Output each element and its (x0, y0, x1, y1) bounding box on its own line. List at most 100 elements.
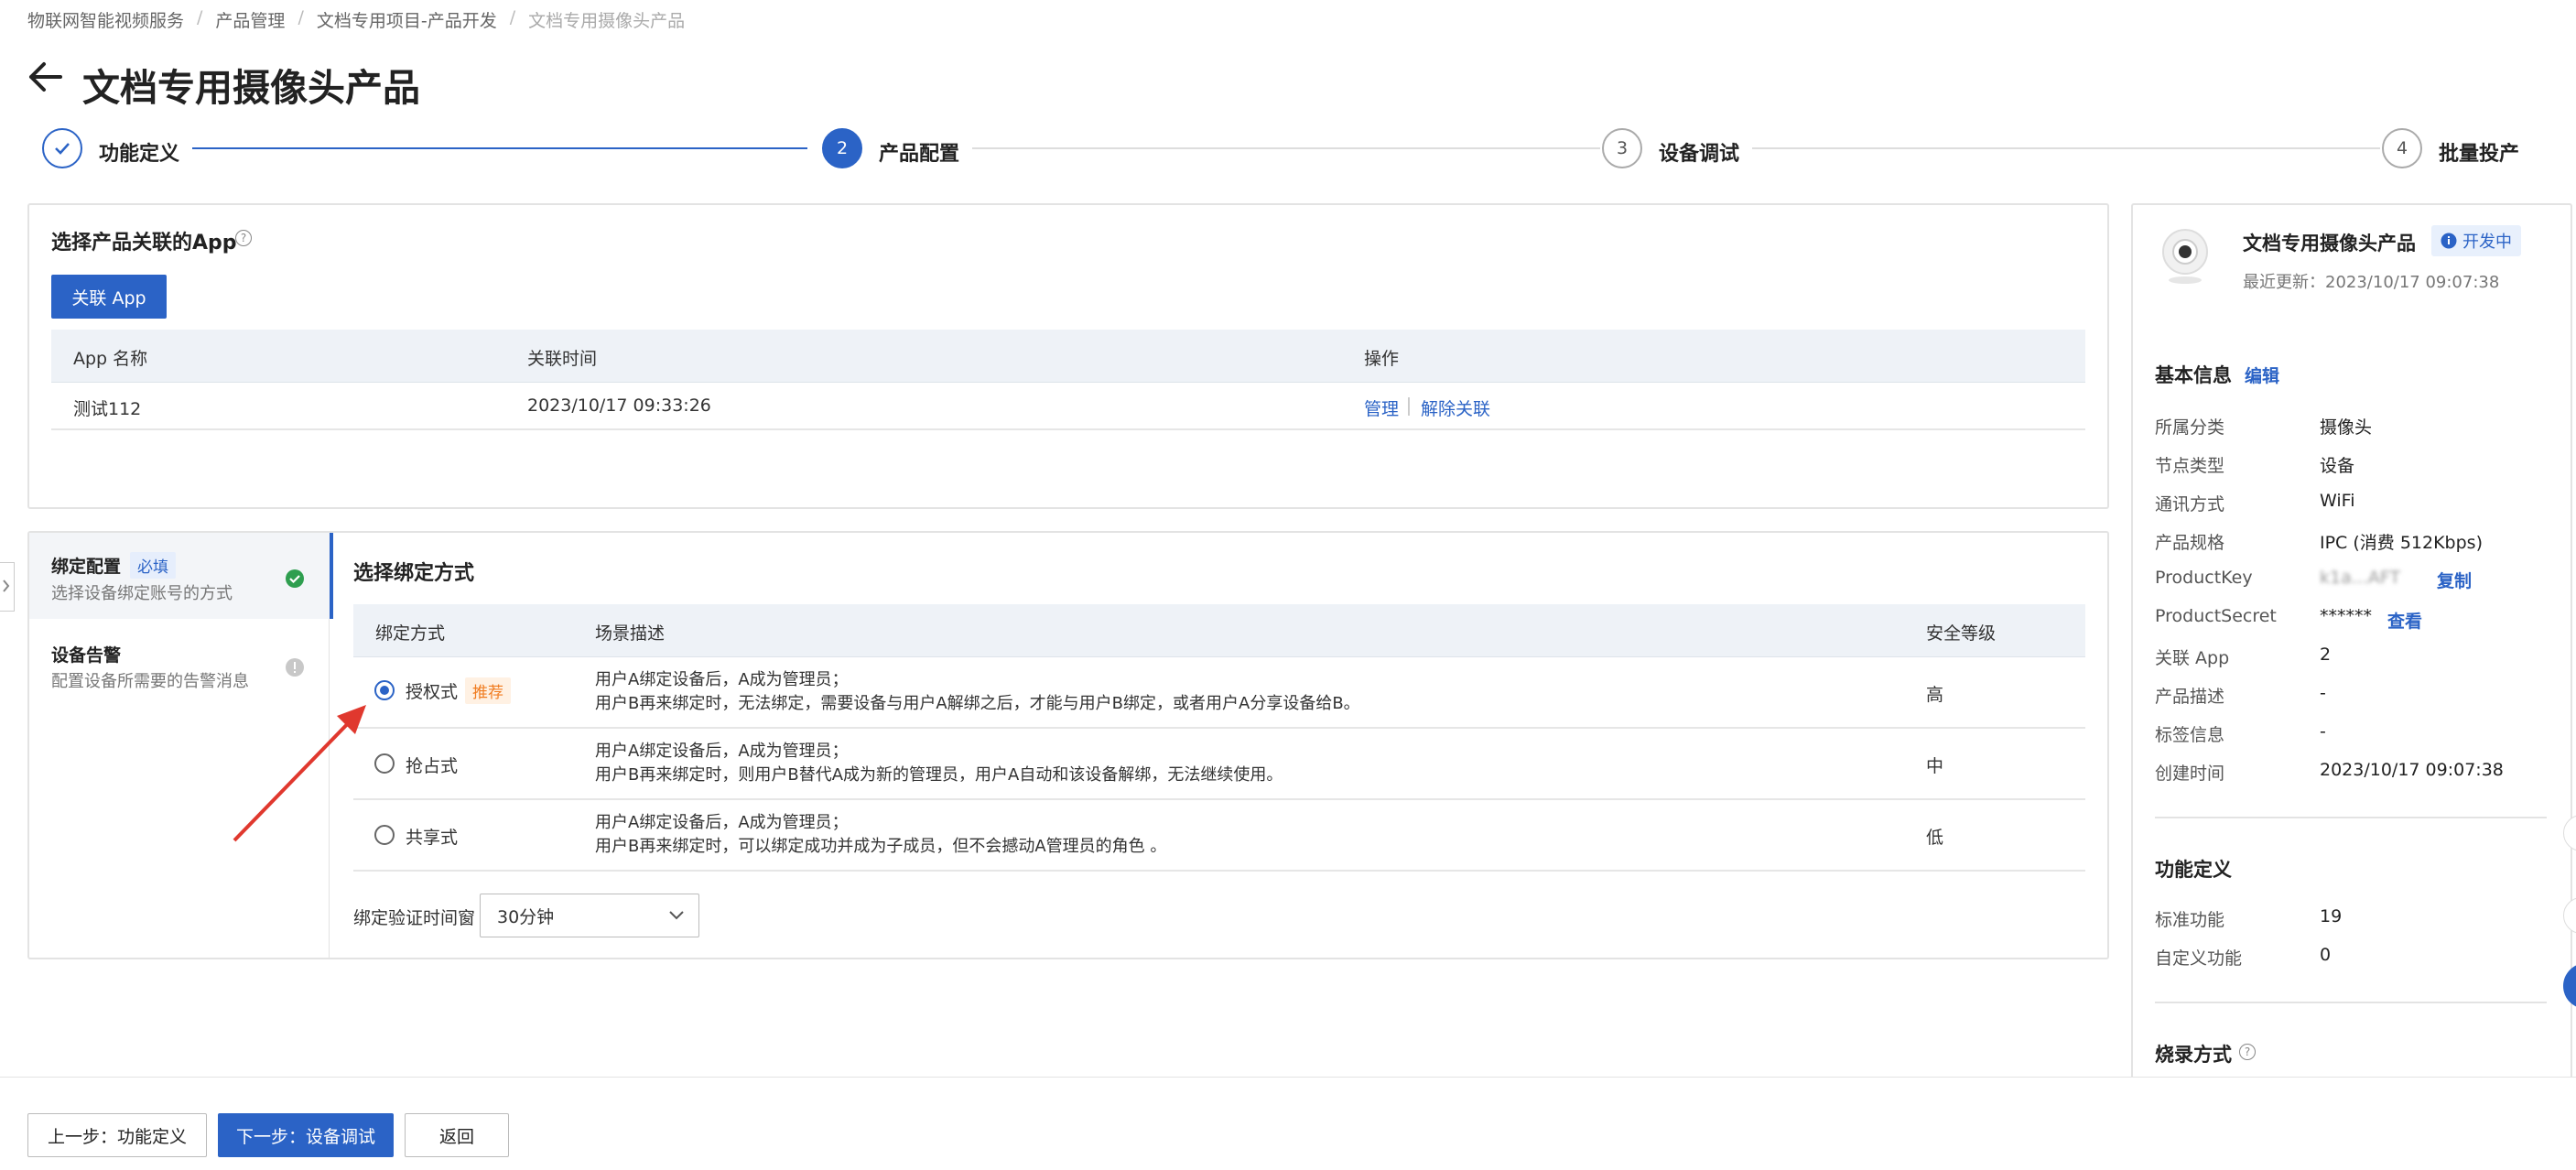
info-value: - (2320, 721, 2326, 742)
info-icon (2441, 233, 2457, 249)
step-3-label: 设备调试 (1659, 143, 1740, 166)
col-link-time: 关联时间 (527, 349, 598, 369)
chevron-down-icon (669, 911, 684, 920)
back-arrow-icon[interactable] (26, 57, 66, 97)
scenario-line-2: 用户B再来绑定时，无法绑定，需要设备与用户A解绑之后，才能与用户B绑定，或者用户… (595, 694, 1360, 713)
col-security-level: 安全等级 (1926, 623, 1997, 644)
required-tag: 必填 (130, 552, 177, 579)
last-updated: 最近更新：2023/10/17 09:07:38 (2243, 273, 2500, 292)
binding-title: 选择绑定方式 (353, 562, 475, 585)
radio-preemptive[interactable] (374, 753, 395, 774)
breadcrumb-item[interactable]: 产品管理 (215, 7, 285, 32)
status-text: 开发中 (2462, 233, 2512, 252)
breadcrumb: 物联网智能视频服务 / 产品管理 / 文档专用项目-产品开发 / 文档专用摄像头产品 (27, 7, 686, 32)
nav-item-desc: 选择设备绑定账号的方式 (51, 584, 233, 603)
row-divider (51, 428, 2085, 430)
step-4-label: 批量投产 (2439, 143, 2520, 166)
info-value: WiFi (2320, 491, 2355, 511)
info-label: 通讯方式 (2155, 494, 2225, 515)
row-divider (353, 870, 2085, 872)
info-label: 节点类型 (2155, 456, 2225, 476)
burn-method-title: 烧录方式 (2155, 1044, 2232, 1066)
check-circle-icon (286, 569, 304, 588)
time-window-label: 绑定验证时间窗 (353, 908, 476, 928)
info-label: 自定义功能 (2155, 948, 2243, 969)
page-title: 文档专用摄像头产品 (82, 66, 420, 110)
binding-mode-label: 抢占式 (406, 756, 459, 776)
info-label: ProductKey (2155, 568, 2253, 588)
security-level: 中 (1926, 756, 1944, 776)
radio-authorized[interactable] (374, 680, 395, 700)
col-actions: 操作 (1364, 349, 1400, 369)
scenario-line-1: 用户A绑定设备后，A成为管理员； (595, 813, 849, 832)
scenario-line-2: 用户B再来绑定时，可以绑定成功并成为子成员，但不会撼动A管理员的角色 。 (595, 837, 1167, 856)
info-value: IPC (消费 512Kbps) (2320, 533, 2483, 553)
scenario-line-2: 用户B再来绑定时，则用户B替代A成为新的管理员，用户A自动和该设备解绑，无法继续… (595, 765, 1283, 785)
info-value: - (2320, 683, 2326, 703)
copy-link[interactable]: 复制 (2437, 568, 2472, 592)
info-label: 关联 App (2155, 648, 2230, 668)
info-circle-icon (286, 658, 304, 677)
breadcrumb-item[interactable]: 物联网智能视频服务 (27, 7, 184, 32)
basic-info-title: 基本信息 (2155, 364, 2232, 386)
time-window-value: 30分钟 (497, 906, 555, 927)
manage-link[interactable]: 管理 (1364, 395, 1399, 420)
info-value: 2023/10/17 09:07:38 (2320, 760, 2504, 780)
unlink-link[interactable]: 解除关联 (1421, 395, 1490, 420)
view-secret-link[interactable]: 查看 (2387, 608, 2422, 633)
info-label: 所属分类 (2155, 417, 2225, 438)
sidebar-collapse-handle[interactable] (0, 562, 15, 612)
edit-link[interactable]: 编辑 (2245, 363, 2279, 387)
recommended-tag: 推荐 (465, 677, 511, 704)
back-button[interactable]: 返回 (405, 1113, 509, 1157)
info-value: ****** (2320, 606, 2372, 626)
step-2-number: 2 (822, 128, 862, 168)
info-label: 标签信息 (2155, 725, 2225, 745)
link-time-cell: 2023/10/17 09:33:26 (527, 395, 711, 416)
info-label: 产品规格 (2155, 533, 2225, 553)
scenario-line-1: 用户A绑定设备后，A成为管理员； (595, 742, 849, 761)
time-window-select[interactable]: 30分钟 (480, 894, 699, 937)
info-label: 创建时间 (2155, 764, 2225, 784)
step-2-label: 产品配置 (879, 143, 960, 166)
nav-item-title: 绑定配置 (51, 557, 122, 577)
step-1-check-icon (42, 128, 82, 168)
info-label: 产品描述 (2155, 687, 2225, 707)
info-label: ProductSecret (2155, 606, 2277, 626)
app-name-cell: 测试112 (73, 399, 142, 419)
breadcrumb-item[interactable]: 文档专用项目-产品开发 (317, 7, 497, 32)
row-divider (353, 798, 2085, 800)
nav-item-title: 设备告警 (51, 645, 122, 666)
step-connector (1752, 147, 2380, 149)
help-icon[interactable]: ? (235, 230, 252, 246)
col-app-name: App 名称 (73, 349, 148, 369)
step-1-label: 功能定义 (99, 143, 180, 166)
info-value: 2 (2320, 645, 2332, 665)
divider (2155, 1002, 2547, 1003)
camera-icon (2162, 229, 2208, 284)
annotation-arrow-icon (233, 705, 366, 842)
security-level: 低 (1926, 828, 1944, 848)
chevron-right-icon (3, 580, 10, 592)
step-3-number: 3 (1602, 128, 1642, 168)
info-value: 0 (2320, 945, 2332, 965)
status-badge: 开发中 (2431, 225, 2521, 256)
info-value: 设备 (2320, 456, 2355, 476)
step-4-number: 4 (2382, 128, 2422, 168)
next-step-button[interactable]: 下一步：设备调试 (218, 1113, 394, 1157)
product-name: 文档专用摄像头产品 (2243, 233, 2416, 255)
security-level: 高 (1926, 685, 1944, 705)
info-value: 摄像头 (2320, 417, 2373, 438)
action-divider (1408, 397, 1410, 416)
col-binding-mode: 绑定方式 (375, 623, 446, 644)
info-label: 标准功能 (2155, 910, 2225, 930)
link-app-button[interactable]: 关联 App (51, 275, 167, 319)
step-connector (192, 147, 807, 149)
help-icon[interactable]: ? (2239, 1044, 2256, 1060)
func-def-title: 功能定义 (2155, 859, 2232, 881)
prev-step-button[interactable]: 上一步：功能定义 (27, 1113, 207, 1157)
radio-shared[interactable] (374, 825, 395, 845)
step-connector (972, 147, 1600, 149)
info-value: 19 (2320, 906, 2343, 926)
nav-item-desc: 配置设备所需要的告警消息 (51, 672, 249, 691)
